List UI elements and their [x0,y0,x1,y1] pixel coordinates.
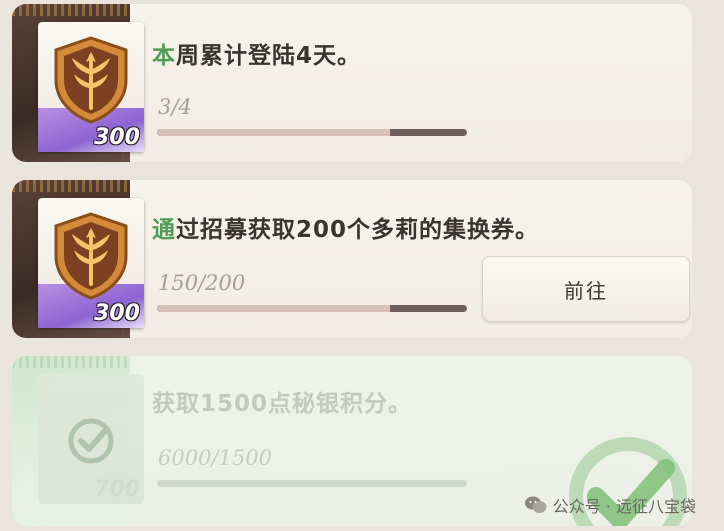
task-card: 300 本周累计登陆4天。 3/4 [12,4,692,162]
progress-count: 3/4 [158,95,192,119]
reward-item[interactable]: 300 [38,198,144,328]
task-title-text: 获取1500点秘银积分。 [152,391,413,417]
card-light-panel [130,4,692,162]
watermark-text: 公众号 · 远征八宝袋 [552,497,696,516]
progress-bar [157,305,467,312]
task-title: 本周累计登陆4天。 [152,36,361,70]
progress-bar [157,480,467,487]
progress-bar-fill [157,129,390,136]
progress-count: 6000/1500 [158,446,272,470]
reward-quantity: 700 [94,477,140,502]
task-card: 300 通过招募获取200个多莉的集换券。 150/200 前往 [12,180,692,338]
reward-quantity: 300 [94,125,140,150]
emblem-icon [54,212,128,300]
task-title: 获取1500点秘银积分。 [152,384,412,418]
watermark: 公众号 · 远征八宝袋 [524,493,696,517]
progress-bar [157,129,467,136]
emblem-icon [54,36,128,124]
task-title-text: 周累计登陆4天。 [176,43,362,69]
wechat-icon [524,496,547,514]
progress-count: 150/200 [158,271,246,295]
progress-bar-fill [157,480,467,487]
reward-item: 700 [38,374,144,504]
task-title-initial: 通 [152,217,176,243]
task-title-initial: 本 [152,43,176,69]
reward-item[interactable]: 300 [38,22,144,152]
reward-quantity: 300 [94,301,140,326]
task-title-text: 过招募获取200个多莉的集换券。 [176,217,540,243]
check-icon [68,418,114,464]
progress-bar-fill [157,305,390,312]
task-title: 通过招募获取200个多莉的集换券。 [152,210,539,244]
go-button[interactable]: 前往 [482,256,690,322]
